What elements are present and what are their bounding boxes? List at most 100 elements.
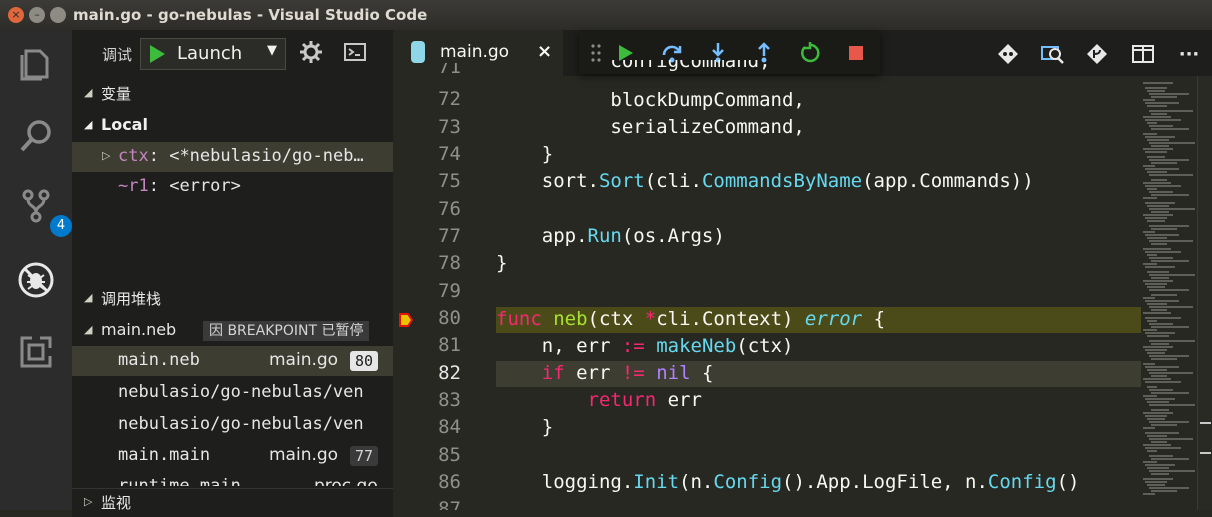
code-token: n, err [541,335,622,357]
vertical-scrollbar[interactable] [1197,76,1212,510]
minimap-line [1149,159,1189,161]
window-close-button[interactable]: × [8,7,24,23]
code-token: err [564,362,622,384]
stack-frame-row[interactable]: nebulasio/go-nebulas/ven [72,410,393,440]
minimap[interactable] [1141,76,1197,510]
stack-frame-row[interactable]: main.neb main.go 80 [72,346,393,376]
call-stack-section-header[interactable]: ◢ 调用堆栈 [72,285,393,313]
search-view-button[interactable] [14,114,58,158]
window-maximize-button[interactable] [50,7,66,23]
minimap-line [1149,404,1195,406]
variable-row[interactable]: ~r1: <error> [72,172,393,202]
minimap-line [1145,102,1179,104]
line-number: 87 [438,498,461,510]
thread-row[interactable]: ◢ main.neb 因 BREAKPOINT 已暂停 [72,316,393,346]
debug-toolbar-header: 调试 Launch ▼ [72,30,393,76]
code-token: return [587,389,657,411]
minimap-line [1151,294,1177,296]
line-number: 71 [438,63,461,77]
code-token: cli.Context) [656,308,805,330]
minimap-line [1147,401,1169,403]
minimap-line [1151,409,1169,411]
close-icon[interactable]: × [537,41,552,62]
collapse-arrow-icon: ◢ [84,118,93,131]
code-line[interactable]: } [496,250,1141,277]
code-line[interactable]: serializeCommand, [496,114,1141,141]
code-line[interactable]: func neb(ctx *cli.Context) error { [496,306,1141,333]
debug-view-button[interactable] [14,258,58,302]
window-minimize-button[interactable]: – [29,7,45,23]
code-line[interactable]: } [496,141,1141,168]
launch-config-value: Launch [177,43,243,64]
minimap-line [1147,220,1165,222]
minimap-line [1147,418,1165,420]
source-control-button[interactable]: 4 [14,184,72,237]
variables-section-header[interactable]: ◢ 变量 [72,80,393,108]
explorer-button[interactable] [14,42,58,86]
minimap-line [1145,464,1175,466]
code-line[interactable]: n, err := makeNeb(ctx) [496,333,1141,360]
go-file-icon [411,41,425,63]
stack-frame-name: nebulasio/go-nebulas/ven [118,414,364,434]
minimap-line [1151,473,1169,475]
minimap-line [1145,202,1175,204]
code-token: blockDumpCommand, [610,89,805,111]
local-scope-header[interactable]: ◢ Local [72,112,393,140]
minimap-line [1151,228,1177,230]
stack-frame-name: nebulasio/go-nebulas/ven [118,382,364,402]
code-token: neb [553,308,588,330]
minimap-line [1149,240,1193,242]
minimap-line [1149,125,1173,127]
minimap-line [1151,309,1167,311]
debug-console-icon[interactable] [344,43,366,61]
code-line[interactable]: return err [496,387,1141,414]
minimap-line [1149,470,1195,472]
minimap-line [1151,424,1177,426]
watch-section-header[interactable]: ▷ 监视 [72,488,393,517]
minimap-line [1149,355,1189,357]
line-number: 76 [438,198,461,220]
minimap-line [1143,378,1171,380]
debug-sidebar: 调试 Launch ▼ ◢ 变量 ◢ Local ▷ ctx: <*nebula… [72,30,393,517]
minimap-line [1151,358,1177,360]
code-line[interactable]: sort.Sort(cli.CommandsByName(app.Command… [496,168,1141,195]
code-token: { [862,308,886,330]
minimap-line [1151,343,1169,345]
minimap-line [1149,487,1189,489]
code-line[interactable]: if err != nil { [496,360,1141,387]
minimap-line [1151,179,1167,181]
code-line[interactable]: } [496,414,1141,441]
minimap-line [1143,99,1155,101]
minimap-line [1147,205,1169,207]
start-debugging-icon[interactable] [148,44,166,64]
code-token: (cli. [644,170,702,192]
minimap-line [1151,392,1189,394]
code-line[interactable]: logging.Init(n.Config().App.LogFile, n.C… [496,469,1141,496]
minimap-line [1149,323,1173,325]
minimap-line [1143,395,1157,397]
variables-header-label: 变量 [101,85,132,103]
stack-frame-row[interactable]: nebulasio/go-nebulas/ven [72,378,393,408]
minimap-line [1145,217,1167,219]
stack-frame-row[interactable]: runtime.main proc.go [72,472,393,486]
minimap-line [1151,490,1177,492]
expand-arrow-icon[interactable]: ▷ [102,149,110,162]
minimap-line [1151,128,1189,130]
minimap-line [1145,317,1181,319]
expand-arrow-icon: ▷ [84,495,93,508]
gear-icon[interactable] [300,41,322,63]
more-icon[interactable]: ··· [1177,42,1201,66]
stack-frame-row[interactable]: main.main main.go 77 [72,441,393,471]
code-token: } [541,143,554,165]
launch-config-select[interactable]: Launch ▼ [140,38,286,70]
search-icon [20,120,51,152]
collapse-arrow-icon: ◢ [84,291,93,304]
code-line[interactable]: blockDumpCommand, [496,87,1141,114]
extensions-button[interactable] [14,330,58,374]
line-number: 83 [438,389,461,411]
minimap-line [1143,493,1155,495]
variable-row[interactable]: ▷ ctx: <*nebulasio/go-neb… [72,142,393,172]
minimap-line [1147,303,1167,305]
code-line[interactable]: configCommand, [496,60,1141,76]
code-line[interactable]: app.Run(os.Args) [496,223,1141,250]
